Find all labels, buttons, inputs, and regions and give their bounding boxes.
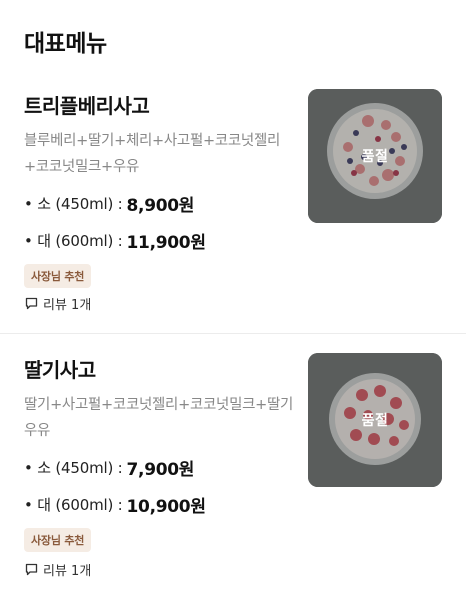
price-row-large: • 대 (600ml) : 11,900원 (24, 227, 206, 253)
review-count: 리뷰 1개 (43, 297, 92, 313)
review-count: 리뷰 1개 (43, 563, 92, 579)
menu-item-strawberry-sago[interactable]: 딸기사고 딸기+사고펄+코코넛젤리+코코넛밀크+딸기우유 • 소 (450ml)… (0, 336, 466, 596)
soldout-label: 품절 (361, 149, 389, 165)
price-label: • 대 (600ml) : (24, 495, 123, 514)
price-row-small: • 소 (450ml) : 7,900원 (24, 454, 194, 480)
item-description: 블루베리+딸기+체리+사고펄+코코넛젤리+코코넛밀크+우유 (24, 133, 281, 175)
price-value: 8,900원 (126, 195, 195, 216)
review-link[interactable]: 리뷰 1개 (25, 560, 92, 579)
price-label: • 소 (450ml) : (24, 458, 123, 477)
divider (0, 333, 466, 334)
price-label: • 소 (450ml) : (24, 194, 123, 213)
price-label: • 대 (600ml) : (24, 231, 123, 250)
review-link[interactable]: 리뷰 1개 (25, 294, 92, 313)
owner-recommend-badge: 사장님 추천 (24, 264, 92, 288)
price-value: 7,900원 (126, 459, 195, 480)
price-row-large: • 대 (600ml) : 10,900원 (24, 491, 206, 517)
item-description: 딸기+사고펄+코코넛젤리+코코넛밀크+딸기우유 (24, 397, 294, 439)
item-name: 트리플베리사고 (24, 94, 150, 118)
soldout-label: 품절 (361, 413, 389, 429)
item-name: 딸기사고 (24, 358, 96, 382)
review-icon (25, 563, 38, 575)
price-value: 11,900원 (126, 232, 206, 253)
menu-image[interactable]: 품절 (308, 353, 442, 487)
menu-item-triple-berry-sago[interactable]: 트리플베리사고 블루베리+딸기+체리+사고펄+코코넛젤리+코코넛밀크+우유 • … (0, 88, 466, 334)
price-row-small: • 소 (450ml) : 8,900원 (24, 190, 194, 216)
menu-image[interactable]: 품절 (308, 89, 442, 223)
review-icon (25, 297, 38, 309)
owner-recommend-badge: 사장님 추천 (24, 528, 92, 552)
section-title: 대표메뉴 (24, 31, 107, 57)
price-value: 10,900원 (126, 496, 206, 517)
